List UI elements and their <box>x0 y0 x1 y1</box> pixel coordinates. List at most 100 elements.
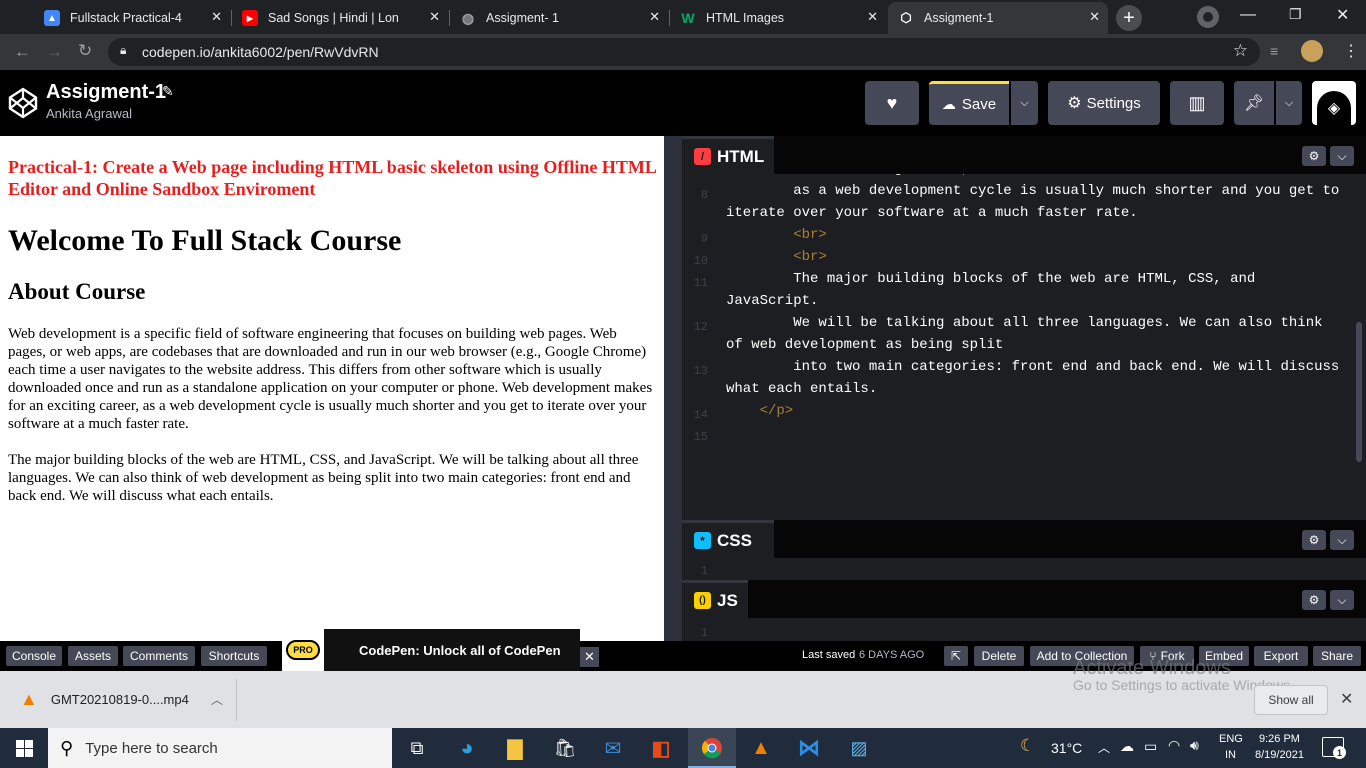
back-arrow-icon[interactable]: ← <box>14 42 31 62</box>
minimize-button[interactable]: — <box>1240 6 1256 24</box>
line-number: 1 <box>700 626 708 640</box>
html-collapse-button[interactable]: ⌵ <box>1330 146 1354 166</box>
star-icon[interactable]: ☆ <box>1233 41 1248 61</box>
menu-dots-icon[interactable]: ⋮ <box>1343 41 1359 61</box>
tab-assigment-1-globe[interactable]: ◍ Assigment- 1 ✕ <box>450 2 668 34</box>
language-region[interactable]: IN <box>1225 749 1236 761</box>
pen-title[interactable]: Assigment-1 <box>46 81 166 104</box>
pin-button[interactable]: 📌︎ <box>1234 81 1274 125</box>
close-window-button[interactable]: ✕ <box>1336 5 1349 25</box>
css-asterisk-icon: * <box>694 532 711 549</box>
save-button[interactable]: ☁ Save <box>929 81 1009 125</box>
css-collapse-button[interactable]: ⌵ <box>1330 530 1354 550</box>
pencil-icon[interactable]: ✎ <box>162 83 174 100</box>
codepen-header: Assigment-1 ✎ Ankita Agrawal ♥ ☁ Save ⌵ … <box>0 70 1366 136</box>
user-avatar[interactable]: ◈ <box>1312 81 1356 125</box>
tab-fullstack-practical[interactable]: ▲ Fullstack Practical-4 ✕ <box>34 2 230 34</box>
task-view-icon[interactable]: ⧉ <box>402 734 432 762</box>
tab-search-button[interactable] <box>1197 6 1219 28</box>
js-code-area[interactable]: 1 <box>682 618 1366 641</box>
js-settings-button[interactable]: ⚙ <box>1302 590 1326 610</box>
close-icon[interactable]: ✕ <box>1089 9 1100 25</box>
new-tab-button[interactable]: + <box>1116 5 1142 31</box>
delete-button[interactable]: Delete <box>974 646 1024 666</box>
store-icon[interactable]: 🛍︎ <box>550 734 580 762</box>
download-shelf: ▲ GMT20210819-0....mp4 ︿ Activate Window… <box>0 657 1366 728</box>
pin-dropdown-button[interactable]: ⌵ <box>1276 81 1302 125</box>
close-icon[interactable]: ✕ <box>867 9 878 25</box>
html-settings-button[interactable]: ⚙ <box>1302 146 1326 166</box>
css-editor-header: * CSS ⚙ ⌵ <box>682 520 1366 558</box>
code-line: 15 <box>682 422 1366 444</box>
photos-icon[interactable]: ▨ <box>844 734 874 762</box>
reload-icon[interactable]: ↻ <box>78 41 92 61</box>
weather-moon-icon[interactable]: ☾ <box>1020 736 1035 756</box>
show-all-button[interactable]: Show all <box>1254 685 1328 715</box>
share-button[interactable]: Share <box>1313 646 1361 666</box>
taskbar-search-box[interactable]: ⚲ Type here to search <box>48 728 392 768</box>
code-editor-column: / HTML ⚙ ⌵ makes for an exciting career,… <box>682 136 1366 641</box>
restore-button[interactable]: ❐ <box>1289 6 1302 23</box>
url-field[interactable]: 🔒︎ codepen.io/ankita6002/pen/RwVdvRN ☆ <box>108 38 1260 66</box>
avatar[interactable] <box>1301 40 1323 62</box>
vscode-icon[interactable]: ⋈ <box>794 734 824 762</box>
pane-resizer[interactable] <box>664 136 682 641</box>
assets-button[interactable]: Assets <box>68 646 118 666</box>
promo-banner[interactable]: PRO CodePen: Unlock all of CodePen <box>282 629 580 671</box>
tab-assigment-1-codepen[interactable]: ⬡ Assigment-1 ✕ <box>888 2 1108 34</box>
save-dropdown-button[interactable]: ⌵ <box>1011 81 1038 125</box>
notification-center-button[interactable]: 1 <box>1322 737 1346 759</box>
mail-icon[interactable]: ✉ <box>598 734 628 762</box>
weather-temperature[interactable]: 31°C <box>1051 740 1082 756</box>
chevron-up-icon[interactable]: ︿ <box>1098 739 1110 756</box>
download-filename: GMT20210819-0....mp4 <box>50 692 189 707</box>
close-icon: ✕ <box>584 649 595 664</box>
close-icon[interactable]: ✕ <box>211 9 222 25</box>
open-external-button[interactable]: ⇱ <box>944 646 968 666</box>
office-icon[interactable]: ◧ <box>646 734 676 762</box>
tab-sad-songs[interactable]: ▶ Sad Songs | Hindi | Lonely ✕ <box>232 2 448 34</box>
js-collapse-button[interactable]: ⌵ <box>1330 590 1354 610</box>
reading-list-icon[interactable]: ≡ <box>1270 43 1278 59</box>
close-icon[interactable]: ✕ <box>429 9 440 25</box>
layout-button[interactable]: ▥ <box>1170 81 1224 125</box>
code-text: The major building blocks of the web are… <box>726 271 1256 287</box>
onedrive-cloud-icon[interactable]: ☁ <box>1120 738 1134 755</box>
file-explorer-icon[interactable]: ▇ <box>500 734 530 762</box>
author-name[interactable]: Ankita Agrawal <box>46 106 132 121</box>
tab-css[interactable]: * CSS <box>682 520 774 558</box>
battery-icon[interactable]: ▭ <box>1144 738 1157 755</box>
notification-badge: 1 <box>1333 746 1346 759</box>
console-button[interactable]: Console <box>6 646 62 666</box>
shortcuts-button[interactable]: Shortcuts <box>201 646 267 666</box>
edge-icon[interactable]: ◕ <box>452 734 482 762</box>
windows-start-button[interactable] <box>8 734 40 762</box>
vlc-icon[interactable]: ▲ <box>746 734 776 762</box>
chrome-taskbar-item[interactable] <box>688 728 736 768</box>
tab-html-images[interactable]: W HTML Images ✕ <box>670 2 886 34</box>
chevron-down-icon: ⌵ <box>1020 96 1029 109</box>
html-code-area[interactable]: makes for an exciting career,8 as a web … <box>682 174 1366 520</box>
codepen-logo-icon[interactable] <box>8 87 38 119</box>
love-button[interactable]: ♥ <box>865 81 919 125</box>
clock-date[interactable]: 8/19/2021 <box>1255 749 1304 761</box>
download-item[interactable]: ▲ GMT20210819-0....mp4 ︿ <box>0 671 236 728</box>
clock-time[interactable]: 9:26 PM <box>1259 733 1300 745</box>
chevron-up-icon[interactable]: ︿ <box>211 691 223 708</box>
css-code-area[interactable]: 1 <box>682 558 1366 580</box>
close-icon[interactable]: ✕ <box>1340 689 1353 709</box>
course-paragraph-2: The major building blocks of the web are… <box>8 452 639 504</box>
wifi-icon[interactable]: ◠ <box>1168 737 1180 754</box>
tab-html[interactable]: / HTML <box>682 136 774 174</box>
volume-icon[interactable]: 🔊︎ <box>1190 737 1199 754</box>
close-icon[interactable]: ✕ <box>649 9 660 25</box>
settings-button[interactable]: ⚙ Settings <box>1048 81 1160 125</box>
export-button[interactable]: Export <box>1254 646 1308 666</box>
tab-js[interactable]: () JS <box>682 580 748 618</box>
language-primary[interactable]: ENG <box>1219 733 1243 745</box>
html-scrollbar[interactable] <box>1356 322 1362 462</box>
forward-arrow-icon[interactable]: → <box>46 42 63 62</box>
comments-button[interactable]: Comments <box>123 646 195 666</box>
promo-close-button[interactable]: ✕ <box>580 647 599 667</box>
css-settings-button[interactable]: ⚙ <box>1302 530 1326 550</box>
